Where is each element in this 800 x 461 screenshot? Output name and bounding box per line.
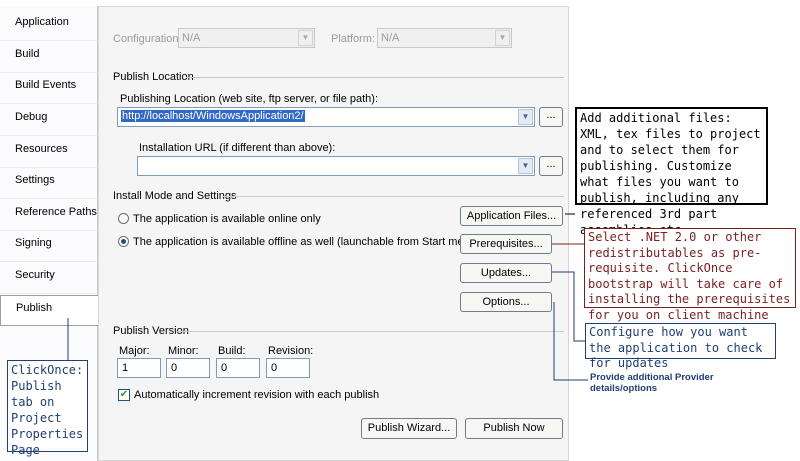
callout-options: Provide additional Provider details/opti… bbox=[590, 372, 770, 396]
connector-updates bbox=[552, 271, 588, 342]
callout-prerequisites: Select .NET 2.0 or other redistributable… bbox=[584, 228, 796, 322]
callout-publish-tab: ClickOnce: Publish tab on Project Proper… bbox=[7, 360, 88, 457]
callout-updates: Configure how you want the application t… bbox=[585, 323, 776, 370]
callout-application-files: Add additional files: XML, tex files to … bbox=[575, 107, 768, 237]
